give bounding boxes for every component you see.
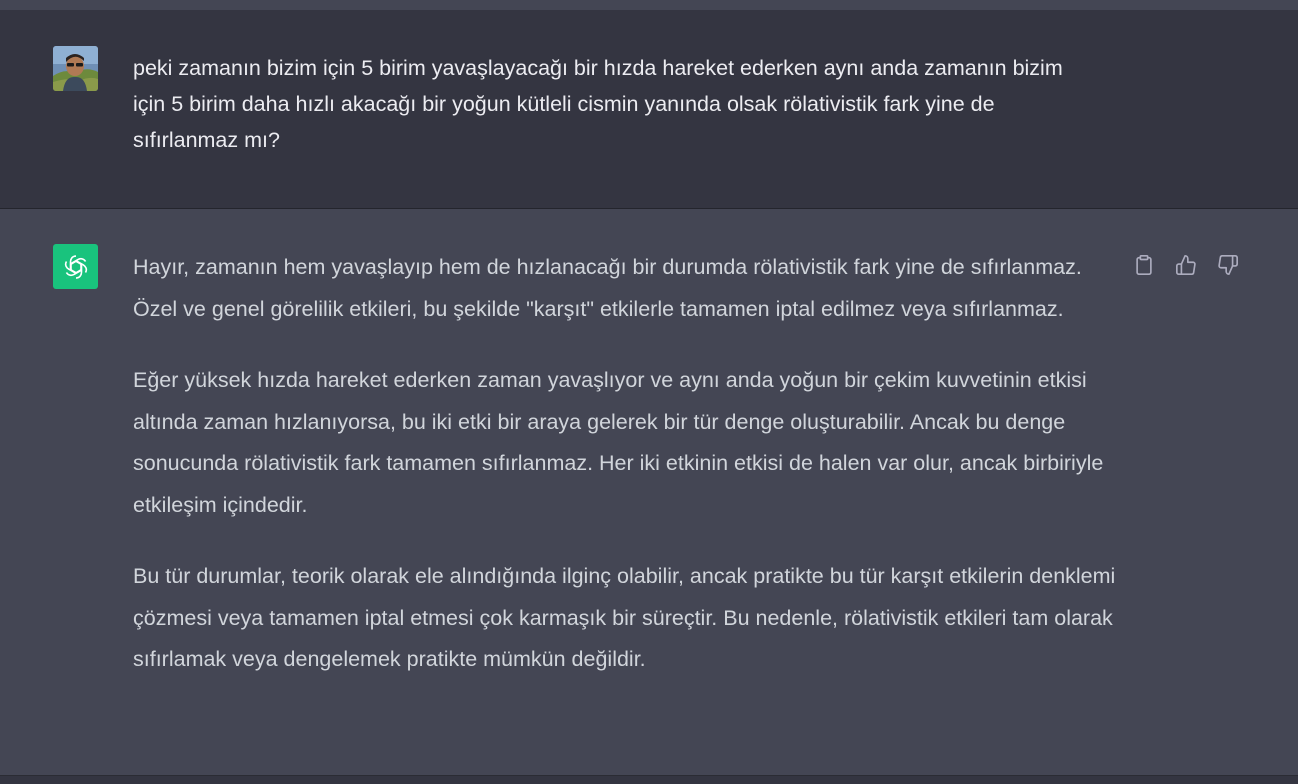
thumbs-up-button[interactable]	[1172, 251, 1200, 279]
openai-logo-icon	[62, 254, 89, 279]
copy-button[interactable]	[1130, 251, 1158, 279]
thumbs-down-button[interactable]	[1214, 251, 1242, 279]
user-photo-avatar-icon	[53, 46, 98, 91]
assistant-message: Hayır, zamanın hem yavaşlayıp hem de hız…	[0, 209, 1298, 775]
assistant-paragraph: Eğer yüksek hızda hareket ederken zaman …	[133, 368, 1104, 517]
user-message-text: peki zamanın bizim için 5 birim yavaşlay…	[133, 56, 1063, 152]
clipboard-icon	[1136, 255, 1152, 275]
assistant-message-text: Hayır, zamanın hem yavaşlayıp hem de hız…	[133, 247, 1123, 711]
assistant-paragraph: Hayır, zamanın hem yavaşlayıp hem de hız…	[133, 255, 1082, 321]
user-avatar	[53, 46, 98, 91]
message-actions	[1130, 251, 1242, 279]
assistant-paragraph: Bu tür durumlar, teorik olarak ele alınd…	[133, 564, 1116, 671]
thumbs-up-icon	[1176, 255, 1196, 275]
user-message: peki zamanın bizim için 5 birim yavaşlay…	[0, 10, 1298, 209]
thumbs-down-icon	[1218, 255, 1238, 275]
assistant-avatar	[53, 244, 98, 289]
